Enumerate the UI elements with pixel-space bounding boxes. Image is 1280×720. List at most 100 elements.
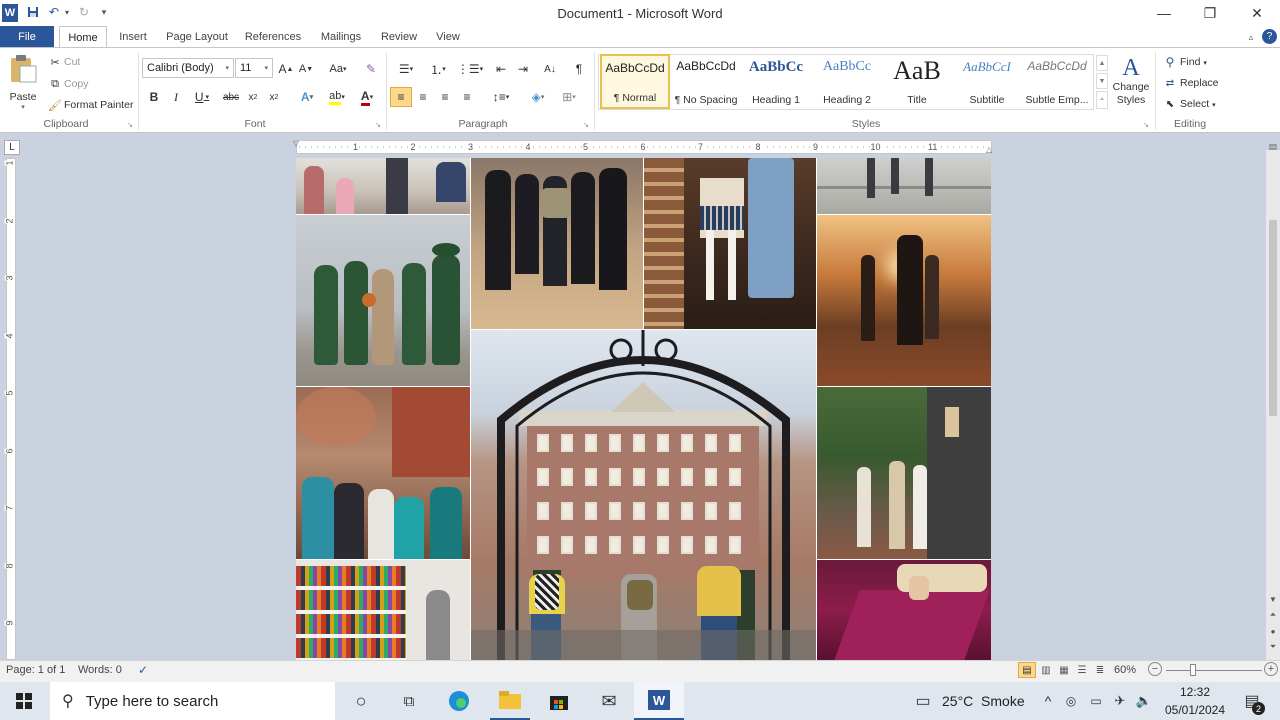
sort-icon[interactable]: A↓ [541,61,559,77]
style-subtle-emphasis[interactable]: AaBbCcDd Subtle Emp... [1022,54,1092,109]
show-hidden-icons-icon[interactable]: ^ [1040,690,1056,712]
close-button[interactable]: ✕ [1234,0,1280,26]
font-launcher-icon[interactable]: ↘ [374,121,382,129]
cut-button[interactable]: Cut [64,56,80,68]
paste-button[interactable]: Paste ▾ [6,54,40,112]
justify-icon[interactable]: ≡ [458,89,476,105]
zoom-slider-handle[interactable] [1190,664,1196,676]
numbering-icon[interactable]: ⒈ ▾ [426,61,450,77]
proofing-icon[interactable]: ✓ [134,662,152,678]
photo-scouts-group[interactable] [296,215,470,386]
word-app-icon[interactable]: W [2,4,18,22]
format-painter-button[interactable]: Format Painter [64,99,133,111]
clear-formatting-icon[interactable]: ✎ [362,61,380,77]
subscript-icon[interactable]: x2 [245,89,261,105]
increase-indent-icon[interactable]: ⇥ [514,61,532,77]
right-indent-icon[interactable]: △ [986,145,992,154]
next-page-icon[interactable]: ⏷ [1266,640,1280,654]
zoom-out-icon[interactable]: − [1148,662,1162,676]
bullets-icon[interactable]: ☰ ▾ [394,61,418,77]
zoom-level[interactable]: 60% [1114,664,1136,676]
print-layout-icon[interactable]: ▤ [1018,662,1036,678]
photo-students-railing[interactable] [817,158,991,214]
photo-library-reading[interactable] [644,158,816,329]
select-button[interactable]: Select ▾ [1180,98,1216,110]
tab-review[interactable]: Review [376,26,422,48]
tab-selector-icon[interactable]: L [4,140,20,155]
tab-references[interactable]: References [240,26,306,48]
word-count[interactable]: Words: 0 [78,664,122,676]
tab-view[interactable]: View [428,26,468,48]
redo-icon[interactable]: ↻ [76,3,92,21]
copy-button[interactable]: Copy [64,78,89,90]
tab-page-layout[interactable]: Page Layout [160,26,234,48]
photo-students-walking[interactable] [817,387,991,559]
previous-page-icon[interactable]: ⏶ [1266,608,1280,622]
superscript-icon[interactable]: x2 [266,89,282,105]
minimize-button[interactable]: — [1141,0,1187,26]
photo-university-gate[interactable] [471,330,816,660]
cortana-icon[interactable]: ○ [344,682,378,720]
start-button[interactable] [0,682,48,720]
store-icon[interactable] [542,682,576,720]
file-explorer-icon[interactable] [490,682,530,720]
find-button[interactable]: Find ▾ [1180,56,1207,68]
decrease-indent-icon[interactable]: ⇤ [492,61,510,77]
minimize-ribbon-icon[interactable]: ▵ [1244,30,1258,44]
meet-now-icon[interactable]: ◎ [1062,690,1080,712]
change-styles-button[interactable]: A Change Styles [1112,55,1150,115]
task-view-icon[interactable]: ⧉ [392,682,426,720]
airplane-mode-icon[interactable]: ✈ [1110,690,1130,712]
scrollbar-thumb[interactable] [1269,220,1277,416]
styles-more-icon[interactable]: ⩡ [1096,91,1108,109]
style-no-spacing[interactable]: AaBbCcDd ¶ No Spacing [671,54,741,109]
styles-scroll-down-icon[interactable]: ▼ [1096,73,1108,89]
web-layout-icon[interactable]: ▦ [1056,662,1072,678]
vertical-ruler[interactable]: 12345678910 [0,158,22,686]
paragraph-launcher-icon[interactable]: ↘ [582,121,590,129]
taskbar-search-box[interactable]: ⚲ Type here to search [50,682,335,720]
bold-icon[interactable]: B [146,89,162,105]
font-color-icon[interactable]: A ▾ [354,89,380,106]
style-heading-2[interactable]: AaBbCc Heading 2 [812,54,882,109]
tab-mailings[interactable]: Mailings [312,26,370,48]
shrink-font-icon[interactable]: A ▼ [298,61,314,77]
italic-icon[interactable]: I [168,89,184,105]
scroll-down-icon[interactable]: ▼ [1266,592,1280,606]
photo-students-backpacks[interactable] [296,387,470,559]
full-screen-reading-icon[interactable]: ▥ [1038,662,1054,678]
mail-icon[interactable]: ✉ [592,682,626,720]
photo-graduation-cap[interactable] [817,560,991,660]
text-effects-icon[interactable]: A ▾ [294,89,320,105]
show-formatting-icon[interactable]: ¶ [571,61,587,77]
clipboard-launcher-icon[interactable]: ↘ [126,121,134,129]
clock-time[interactable]: 12:32 [1160,685,1230,699]
zoom-slider[interactable] [1166,670,1262,671]
borders-icon[interactable]: ⊞ ▾ [556,89,582,105]
vertical-scrollbar[interactable] [1266,150,1280,660]
line-spacing-icon[interactable]: ↕≡ ▾ [488,89,514,105]
style-normal[interactable]: AaBbCcDd ¶ Normal [600,54,670,109]
outline-icon[interactable]: ☰ [1074,662,1090,678]
align-center-icon[interactable]: ≡ [414,89,432,105]
replace-button[interactable]: Replace [1180,77,1219,89]
draft-icon[interactable]: ≣ [1092,662,1108,678]
clock-date[interactable]: 05/01/2024 [1158,703,1232,717]
styles-scroll-up-icon[interactable]: ▲ [1096,55,1108,71]
tab-insert[interactable]: Insert [112,26,154,48]
highlight-color-icon[interactable]: ab ▾ [324,89,350,105]
underline-icon[interactable]: U ▾ [190,89,214,105]
photo-students-hallway[interactable] [296,158,470,214]
font-name-box[interactable]: Calibri (Body) ▾ [142,58,234,78]
horizontal-ruler[interactable]: 1 2 3 4 5 6 7 8 9 10 11 [296,140,992,154]
photo-bookshelf[interactable] [296,560,470,660]
undo-dropdown-icon[interactable]: ▾ [62,3,72,21]
customize-qat-icon[interactable]: ▾ [97,3,111,21]
align-left-icon[interactable]: ≡ [390,87,412,107]
style-title[interactable]: AaB Title [882,54,952,109]
page-count[interactable]: Page: 1 of 1 [6,664,65,676]
restore-button[interactable]: ❐ [1187,0,1233,26]
style-heading-1[interactable]: AaBbCc Heading 1 [741,54,811,109]
document-page[interactable] [296,158,991,660]
style-subtitle[interactable]: AaBbCcI Subtitle [952,54,1022,109]
